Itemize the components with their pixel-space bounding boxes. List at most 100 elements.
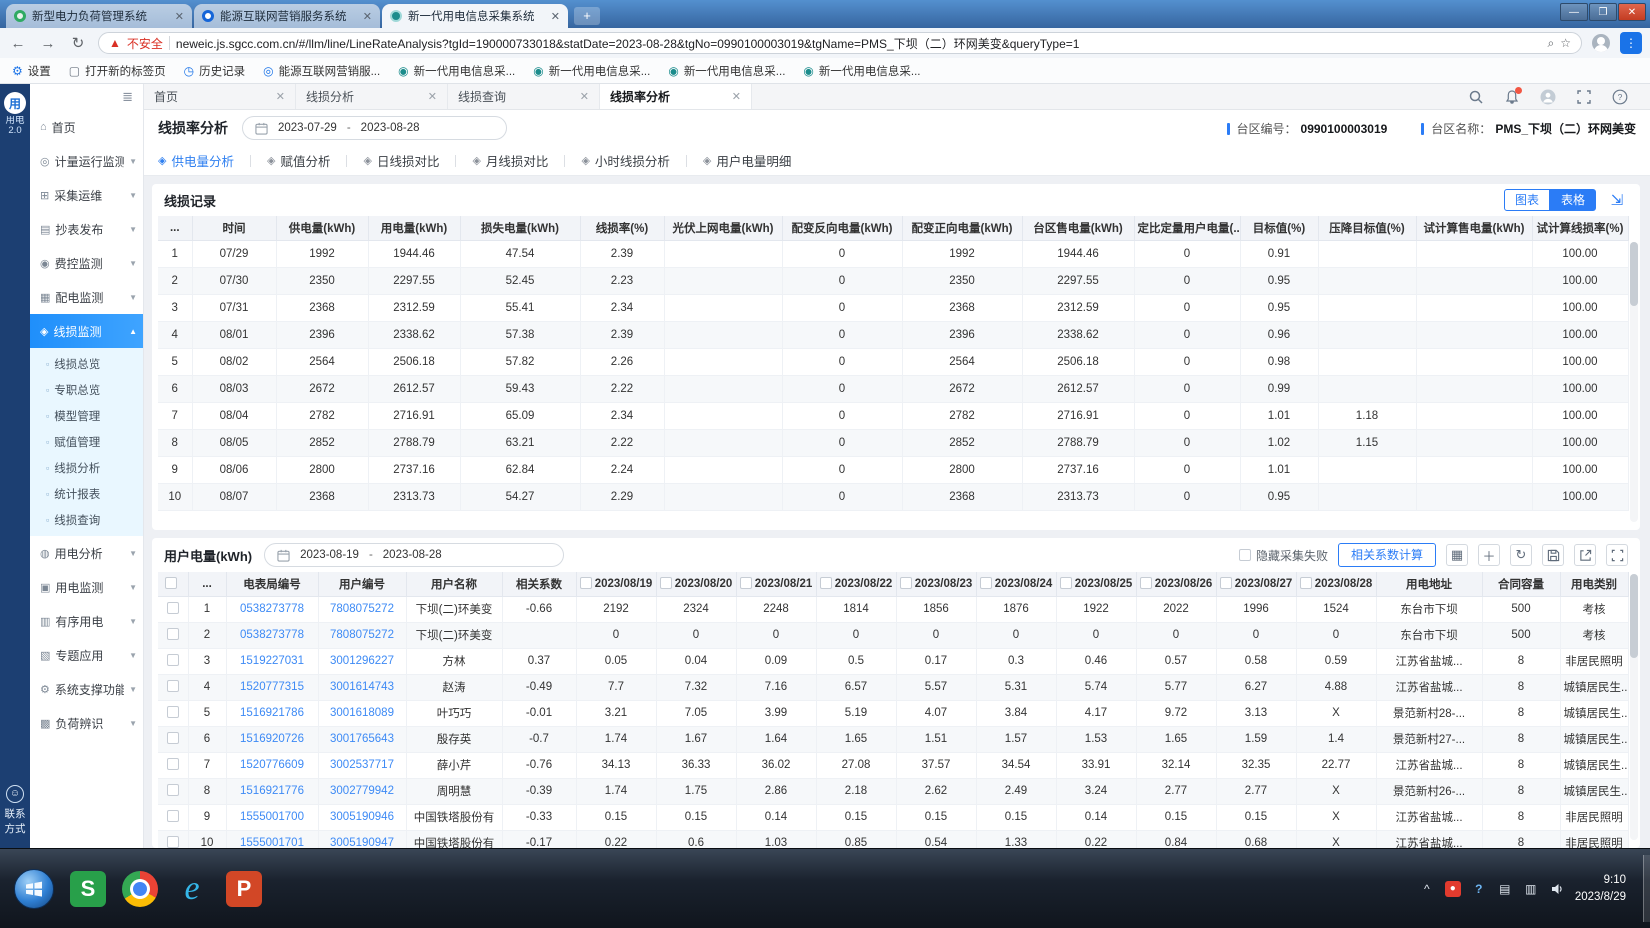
fullscreen-icon[interactable] [1606,544,1628,566]
checkbox[interactable] [580,577,592,589]
row-checkbox[interactable] [167,758,179,770]
checkbox[interactable] [740,577,752,589]
bookmark-item[interactable]: ◎能源互联网营销服... [263,63,380,79]
tab-close-icon[interactable]: ✕ [580,90,589,103]
id-link-cell[interactable]: 0538273778 [226,596,318,622]
row-checkbox[interactable] [167,628,179,640]
row-checkbox[interactable] [167,784,179,796]
back-button[interactable]: ← [8,35,28,52]
correlation-calc-button[interactable]: 相关系数计算 [1338,543,1436,567]
row-checkbox[interactable] [167,810,179,822]
sidebar-item[interactable]: ◎计量运行监测▼ [30,144,143,178]
sidebar-item[interactable]: ⚙系统支撑功能▼ [30,672,143,706]
new-tab-button[interactable]: + [574,7,600,25]
sidebar-item[interactable]: ▦配电监测▼ [30,280,143,314]
date-range-picker[interactable]: 2023-07-29 - 2023-08-28 [242,116,507,140]
submenu-item[interactable]: ▫线损分析 [30,455,143,481]
contact-widget[interactable]: ☺ 联系 方式 [0,785,30,839]
id-link-cell[interactable]: 3001296227 [318,648,406,674]
row-checkbox[interactable] [167,654,179,666]
reload-button[interactable]: ↻ [68,34,88,52]
export-icon[interactable]: ⇲ [1606,189,1628,211]
submenu-item[interactable]: ▫模型管理 [30,403,143,429]
bookmark-item[interactable]: ◉新一代用电信息采... [398,63,515,79]
checkbox[interactable] [980,577,992,589]
table2-scrollbar[interactable] [1630,574,1638,840]
tray-network-icon[interactable]: ▥ [1523,881,1539,897]
submenu-item[interactable]: ▫赋值管理 [30,429,143,455]
taskbar-wps-icon[interactable]: S [62,858,114,920]
bell-icon[interactable] [1504,89,1520,105]
show-desktop-button[interactable] [1643,855,1650,922]
id-link-cell[interactable]: 1516921786 [226,700,318,726]
id-link-cell[interactable]: 0538273778 [226,622,318,648]
chart-view-button[interactable]: 图表 [1504,189,1550,211]
taskbar-powerpoint-icon[interactable]: P [218,858,270,920]
checkbox[interactable] [165,577,177,589]
bookmark-item[interactable]: ◉新一代用电信息采... [803,63,920,79]
tab-close-icon[interactable]: ✕ [428,90,437,103]
id-link-cell[interactable]: 1555001701 [226,830,318,848]
close-button[interactable]: ✕ [1618,3,1646,21]
row-checkbox[interactable] [167,602,179,614]
id-link-cell[interactable]: 1519227031 [226,648,318,674]
workspace-tab[interactable]: 线损分析✕ [296,84,448,109]
url-bar[interactable]: ▲ 不安全 neweic.js.sgcc.com.cn/#/llm/line/L… [98,32,1582,54]
id-link-cell[interactable]: 3001765643 [318,726,406,752]
sidebar-item[interactable]: ◉费控监测▼ [30,246,143,280]
help-icon[interactable]: ? [1612,89,1628,105]
user-energy-date-picker[interactable]: 2023-08-19 - 2023-08-28 [264,543,564,567]
sidebar-item[interactable]: ▤抄表发布▼ [30,212,143,246]
row-checkbox[interactable] [167,680,179,692]
id-link-cell[interactable]: 3001614743 [318,674,406,700]
tab-close-icon[interactable]: ✕ [551,10,560,23]
checkbox[interactable] [900,577,912,589]
id-link-cell[interactable]: 1555001700 [226,804,318,830]
taskbar-ie-icon[interactable]: e [166,858,218,920]
submenu-item[interactable]: ▫线损总览 [30,351,143,377]
sidebar-item[interactable]: ▧专题应用▼ [30,638,143,672]
profile-avatar[interactable] [1592,34,1610,52]
tray-expand-icon[interactable]: ^ [1419,881,1435,897]
checkbox[interactable] [1060,577,1072,589]
taskbar-chrome-icon[interactable] [114,858,166,920]
checkbox[interactable] [820,577,832,589]
bookmark-item[interactable]: ◉新一代用电信息采... [533,63,650,79]
taskbar-clock[interactable]: 9:10 2023/8/29 [1575,872,1634,904]
sidebar-item[interactable]: ⌂首页 [30,110,143,144]
id-link-cell[interactable]: 1520777315 [226,674,318,700]
tray-help-icon[interactable]: ? [1471,881,1487,897]
tab-close-icon[interactable]: ✕ [175,10,184,23]
refresh-icon[interactable]: ↻ [1510,544,1532,566]
search-icon[interactable] [1468,89,1484,105]
tray-alert-icon[interactable]: ● [1445,881,1461,897]
zoom-icon[interactable]: ⌕ [1548,36,1555,51]
hide-failed-checkbox[interactable]: 隐藏采集失败 [1239,547,1328,564]
subtab-5[interactable]: ◈小时线损分析 [581,151,669,170]
forward-button[interactable]: → [38,35,58,52]
browser-tab[interactable]: 新型电力负荷管理系统✕ [6,4,192,28]
bookmark-item[interactable]: ◉新一代用电信息采... [668,63,785,79]
id-link-cell[interactable]: 3001618089 [318,700,406,726]
export-icon[interactable] [1574,544,1596,566]
start-button[interactable] [14,869,54,909]
browser-tab[interactable]: 能源互联网营销服务系统✕ [194,4,380,28]
minimize-button[interactable]: — [1560,3,1588,21]
checkbox[interactable] [1220,577,1232,589]
add-icon[interactable]: ＋ [1478,544,1500,566]
maximize-button[interactable]: ❐ [1589,3,1617,21]
id-link-cell[interactable]: 3002779942 [318,778,406,804]
star-icon[interactable]: ☆ [1560,36,1571,50]
tray-volume-icon[interactable] [1549,881,1565,897]
sidebar-item[interactable]: ▣用电监测▼ [30,570,143,604]
id-link-cell[interactable]: 1520776609 [226,752,318,778]
subtab-3[interactable]: ◈日线损对比 [363,151,439,170]
sidebar-item[interactable]: ▩负荷辨识▼ [30,706,143,740]
id-link-cell[interactable]: 3005190946 [318,804,406,830]
bookmark-item[interactable]: ◷历史记录 [184,63,245,79]
row-checkbox[interactable] [167,732,179,744]
save-icon[interactable] [1542,544,1564,566]
subtab-2[interactable]: ◈赋值分析 [267,151,330,170]
tab-close-icon[interactable]: ✕ [732,90,741,103]
submenu-item[interactable]: ▫专职总览 [30,377,143,403]
